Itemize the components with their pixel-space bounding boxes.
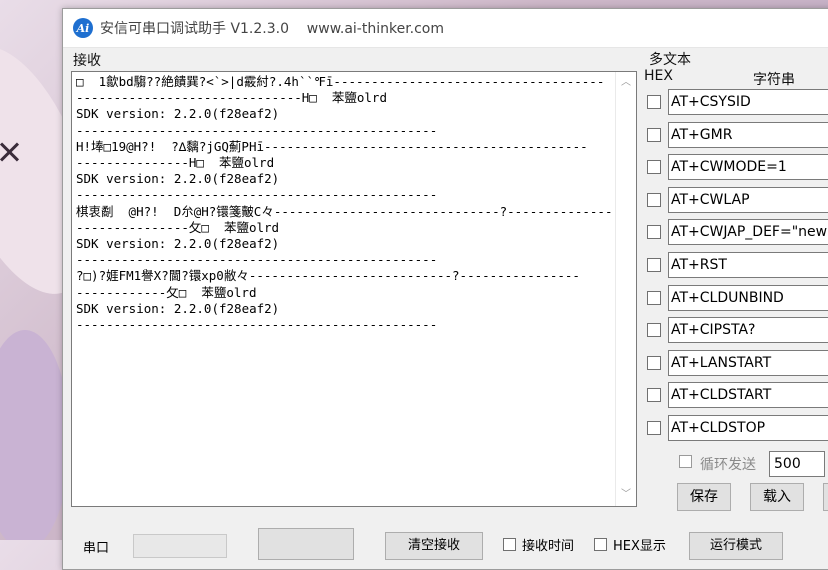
command-hex-checkbox[interactable] [647,127,661,142]
command-hex-checkbox[interactable] [647,290,661,305]
load-button[interactable]: 载入 [750,483,804,511]
command-input[interactable]: AT+CLDUNBIND [668,284,828,311]
command-hex-checkbox[interactable] [647,95,661,109]
bottom-controls: 串口 清空接收 接收时间 HEX显示 运行模式 [63,514,828,560]
command-row: AT+CIPSTA? [645,317,828,344]
title-bar[interactable]: Ai 安信可串口调试助手 V1.2.3.0 www.ai-thinker.com [63,9,828,48]
command-input[interactable]: AT+CWJAP_DEF="newifi_ [668,219,828,246]
command-input[interactable]: AT+CLDSTART [668,382,828,409]
receive-line: SDK version: 2.2.0(f28eaf2) [76,106,280,122]
command-input[interactable]: AT+CIPSTA? [668,317,828,344]
receive-label: 接收 [73,53,101,69]
command-hex-checkbox[interactable] [647,421,661,435]
receive-line: ------------------------------H□ 苯鹽olrd [76,90,387,106]
scroll-down-arrow-icon[interactable]: ﹀ [620,490,632,500]
extra-button[interactable] [823,483,828,511]
command-input[interactable]: AT+GMR [668,121,828,148]
multi-text-title: 多文本 [649,52,691,68]
port-select[interactable] [133,534,227,558]
string-column-header: 字符串 [753,72,795,88]
command-row: AT+CWMODE=1 [645,154,828,181]
receive-line: SDK version: 2.2.0(f28eaf2) [76,300,280,316]
receive-line: 棋衷劀 @H?! D厼@H?镮箋皾C々---------------------… [76,203,611,219]
loop-send-checkbox[interactable] [679,455,692,468]
command-row: AT+CWJAP_DEF="newifi_ [645,219,828,246]
receive-textarea[interactable]: □ 1歙bd騶??絶饋巽?<`>|d霰紂?.4h``℉ī------------… [71,71,637,507]
receive-line: □ 1歙bd騶??絶饋巽?<`>|d霰紂?.4h``℉ī------------… [76,74,605,89]
command-row: AT+CSYSID [645,89,828,115]
command-hex-checkbox[interactable] [647,388,661,403]
receive-scrollbar[interactable]: ︿ ﹀ [615,72,636,506]
command-row: AT+RST [645,252,828,278]
hex-display-label: HEX显示 [613,539,666,554]
command-hex-checkbox[interactable] [647,258,661,272]
loop-send-label: 循环发送 [700,457,756,473]
receive-line: ------------攵□ 苯鹽olrd [76,284,257,300]
receive-content: □ 1歙bd騶??絶饋巽?<`>|d霰紂?.4h``℉ī------------… [76,74,611,502]
run-mode-button[interactable]: 运行模式 [689,532,783,560]
command-hex-checkbox[interactable] [647,323,661,338]
command-row: AT+CWLAP [645,186,828,213]
command-row: AT+LANSTART [645,349,828,376]
receive-line: ----------------------------------------… [76,252,438,268]
receive-line: ----------------------------------------… [76,187,438,203]
command-row: AT+CLDSTOP [645,415,828,441]
timestamp-label: 接收时间 [522,539,575,554]
receive-line: SDK version: 2.2.0(f28eaf2) [76,236,280,252]
receive-line: ---------------攵□ 苯鹽olrd [76,219,280,235]
command-row: AT+CLDUNBIND [645,284,828,311]
window-title: 安信可串口调试助手 V1.2.3.0 www.ai-thinker.com [100,21,445,37]
command-input[interactable]: AT+CWMODE=1 [668,154,828,181]
receive-line: SDK version: 2.2.0(f28eaf2) [76,171,280,187]
receive-line: ---------------H□ 苯鹽olrd [76,155,275,171]
command-input[interactable]: AT+CLDSTOP [668,415,828,441]
command-hex-checkbox[interactable] [647,192,661,207]
command-hex-checkbox[interactable] [647,355,661,370]
hex-column-header: HEX [644,68,673,84]
receive-line: ?□)?娾FM1譽X?閫?镮xp0敝々---------------------… [76,268,580,284]
scroll-up-arrow-icon[interactable]: ︿ [620,78,632,88]
command-hex-checkbox[interactable] [647,160,661,175]
command-input[interactable]: AT+CWLAP [668,186,828,213]
command-row: AT+CLDSTART [645,382,828,409]
command-input[interactable]: AT+LANSTART [668,349,828,376]
wallpaper-shape [0,330,70,540]
app-logo-icon: Ai [73,18,93,38]
wallpaper-x-mark [0,140,20,164]
serial-debug-window: Ai 安信可串口调试助手 V1.2.3.0 www.ai-thinker.com… [62,8,828,570]
command-input[interactable]: AT+RST [668,252,828,278]
receive-line: ----------------------------------------… [76,317,438,333]
save-button[interactable]: 保存 [677,483,731,511]
receive-line: ----------------------------------------… [76,122,438,138]
open-port-button[interactable] [258,528,354,560]
loop-interval-input[interactable]: 500 [769,451,825,477]
command-row: AT+GMR [645,121,828,148]
receive-line: H!埲□19@H?! ?∆黐?jGQ薊PHī------------------… [76,138,588,154]
command-input[interactable]: AT+CSYSID [668,89,828,115]
command-hex-checkbox[interactable] [647,225,661,240]
clear-receive-button[interactable]: 清空接收 [385,532,483,560]
